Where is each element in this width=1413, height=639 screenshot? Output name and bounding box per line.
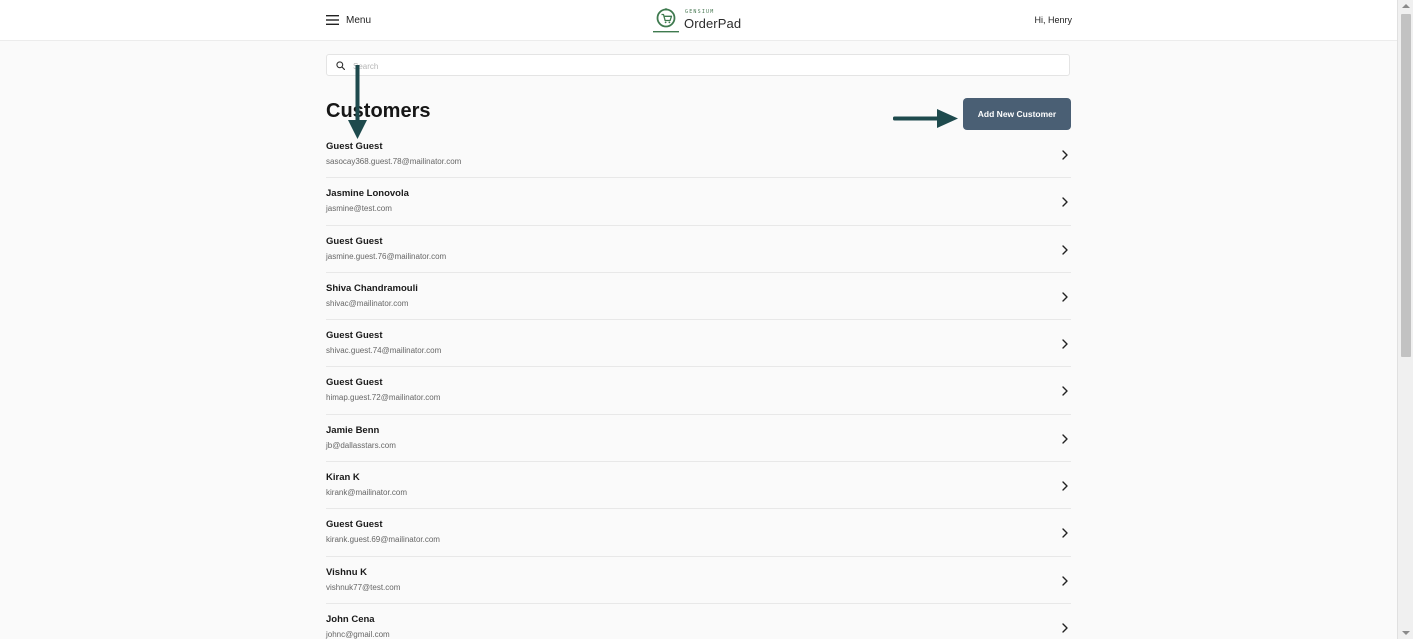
customer-row[interactable]: John Cena johnc@gmail.com xyxy=(326,604,1071,639)
scroll-down-arrow-icon[interactable] xyxy=(1402,631,1410,635)
customer-row[interactable]: Guest Guest sasocay368.guest.78@mailinat… xyxy=(326,131,1071,179)
vertical-scrollbar[interactable] xyxy=(1397,0,1413,639)
customer-email: jasmine.guest.76@mailinator.com xyxy=(326,251,447,261)
cart-logo-icon xyxy=(653,8,679,33)
customer-email: jasmine@test.com xyxy=(326,204,392,214)
customer-email: jb@dallasstars.com xyxy=(326,440,396,450)
customer-name: Jamie Benn xyxy=(326,424,380,436)
customer-email: himap.guest.72@mailinator.com xyxy=(326,393,441,403)
logo-brand-text: GENSIUM xyxy=(685,9,715,15)
app-viewport: Menu GENSIUM OrderPad Hi, Henry Customer… xyxy=(0,0,1397,639)
customer-name: Guest Guest xyxy=(326,141,383,152)
scrollbar-thumb[interactable] xyxy=(1401,14,1411,357)
menu-button[interactable]: Menu xyxy=(326,12,371,28)
scroll-up-arrow-icon[interactable] xyxy=(1402,4,1410,8)
customer-list: Guest Guest sasocay368.guest.78@mailinat… xyxy=(326,131,1071,639)
logo-name-text: OrderPad xyxy=(684,16,742,31)
top-bar: Menu GENSIUM OrderPad Hi, Henry xyxy=(0,0,1397,41)
customer-email: shivac.guest.74@mailinator.com xyxy=(326,346,442,356)
customer-name: Vishnu K xyxy=(326,566,367,578)
customer-email: vishnuk77@test.com xyxy=(326,582,401,592)
customer-row[interactable]: Kiran K kirank@mailinator.com xyxy=(326,462,1071,510)
customer-name: Shiva Chandramouli xyxy=(326,282,418,294)
customer-row[interactable]: Guest Guest jasmine.guest.76@mailinator.… xyxy=(326,226,1071,273)
search-icon xyxy=(336,61,345,70)
customer-row[interactable]: Jamie Benn jb@dallasstars.com xyxy=(326,415,1071,463)
chevron-right-icon xyxy=(1062,386,1068,397)
chevron-right-icon xyxy=(1062,244,1068,255)
customer-name: Guest Guest xyxy=(326,235,383,247)
chevron-right-icon xyxy=(1062,481,1068,491)
arrow-annotation-icon xyxy=(893,109,958,128)
search-input[interactable] xyxy=(351,58,1055,74)
customer-row[interactable]: Jasmine Lonovola jasmine@test.com xyxy=(326,178,1071,226)
customer-name: Kiran K xyxy=(326,472,360,484)
customer-email: johnc@gmail.com xyxy=(326,629,390,639)
search-bar[interactable] xyxy=(326,54,1070,76)
customer-email: shivac@mailinator.com xyxy=(326,298,409,308)
chevron-right-icon xyxy=(1062,623,1068,633)
orderpad-logo[interactable]: GENSIUM OrderPad xyxy=(653,7,745,35)
menu-label: Menu xyxy=(346,14,372,26)
customer-name: Guest Guest xyxy=(326,377,383,389)
hamburger-icon xyxy=(326,15,339,25)
page-title: Customers xyxy=(326,100,431,122)
customer-name: Guest Guest xyxy=(326,519,383,531)
customer-row[interactable]: Guest Guest shivac.guest.74@mailinator.c… xyxy=(326,320,1071,368)
chevron-right-icon xyxy=(1062,339,1068,349)
chevron-right-icon xyxy=(1062,575,1068,586)
chevron-right-icon xyxy=(1062,434,1068,444)
customer-email: sasocay368.guest.78@mailinator.com xyxy=(326,157,462,166)
chevron-right-icon xyxy=(1062,197,1068,207)
chevron-right-icon xyxy=(1062,150,1068,160)
customer-email: kirank@mailinator.com xyxy=(326,488,408,498)
user-greeting[interactable]: Hi, Henry xyxy=(1034,15,1072,25)
customer-row[interactable]: Guest Guest kirank.guest.69@mailinator.c… xyxy=(326,509,1071,557)
customer-name: John Cena xyxy=(326,613,375,625)
customer-row[interactable]: Guest Guest himap.guest.72@mailinator.co… xyxy=(326,367,1071,415)
add-new-customer-button[interactable]: Add New Customer xyxy=(963,98,1071,130)
customer-email: kirank.guest.69@mailinator.com xyxy=(326,535,440,545)
customer-row[interactable]: Vishnu K vishnuk77@test.com xyxy=(326,557,1071,604)
customer-name: Guest Guest xyxy=(326,330,383,342)
chevron-right-icon xyxy=(1062,292,1068,302)
customer-row[interactable]: Shiva Chandramouli shivac@mailinator.com xyxy=(326,273,1071,321)
chevron-right-icon xyxy=(1062,528,1068,539)
customer-name: Jasmine Lonovola xyxy=(326,188,409,200)
